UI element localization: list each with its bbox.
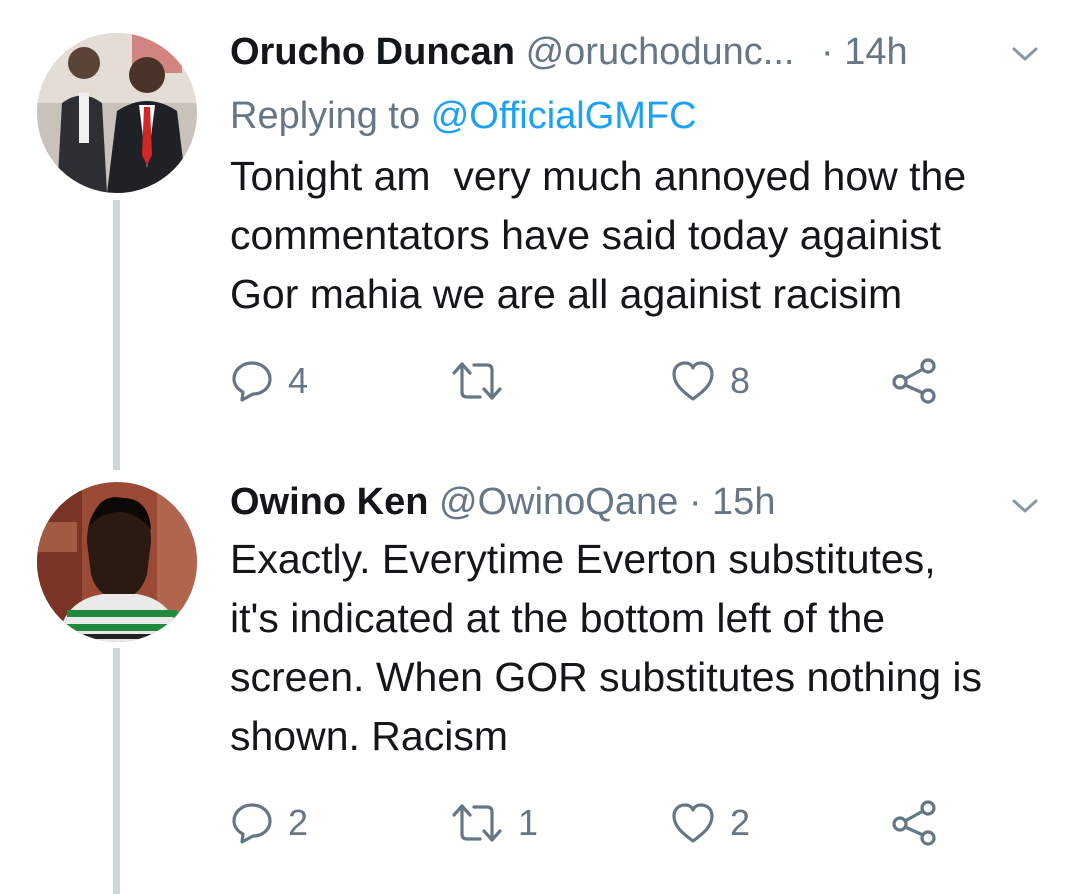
like-button[interactable]: 2 [670,798,750,848]
separator-dot: · [688,481,702,523]
display-name[interactable]: Owino Ken [230,481,428,523]
share-icon [892,358,936,404]
tweet-text: Tonight am very much annoyed how the com… [230,147,1060,324]
avatar[interactable] [37,482,197,642]
like-count: 2 [730,802,751,843]
thread-line [113,200,120,470]
like-count: 8 [730,360,751,401]
timestamp[interactable]: 14h [844,31,907,73]
reply-button[interactable]: 4 [230,356,308,406]
retweet-count: 1 [518,802,539,843]
chevron-down-icon[interactable] [1010,44,1040,64]
tweet-text-line: screen. When GOR substitutes nothing is [230,654,983,700]
tweet-text-line: Gor mahia we are all againist racisim [230,271,903,317]
retweet-button[interactable]: 1 [450,798,538,848]
retweet-icon [452,804,502,842]
retweet-button[interactable] [450,356,518,406]
user-handle[interactable]: @oruchodunc... [526,31,795,73]
chevron-down-icon[interactable] [1010,496,1040,516]
tweet-header: Orucho Duncan @oruchodunc... · 14h [230,30,908,74]
thread-line [113,648,120,894]
retweet-icon [452,362,502,400]
tweet-text-line: shown. Racism [230,713,508,759]
tweet-text: Exactly. Everytime Everton substitutes, … [230,530,1060,766]
display-name[interactable]: Orucho Duncan [230,31,515,73]
reply-mention-link[interactable]: @OfficialGMFC [431,95,697,137]
reply-icon [232,361,272,402]
tweet-text-line: Exactly. Everytime Everton substitutes, [230,536,936,582]
tweet-actions: 2 1 2 [230,798,950,848]
tweet[interactable]: Owino Ken @OwinoQane · 15h Exactly. Ever… [230,460,1080,894]
share-button[interactable] [890,798,940,848]
separator-dot: · [821,31,834,73]
share-icon [892,800,936,846]
like-button[interactable]: 8 [670,356,750,406]
tweet-actions: 4 8 [230,356,950,406]
like-icon [672,803,714,843]
tweet-text-line: it's indicated at the bottom left of the [230,595,886,641]
user-handle[interactable]: @OwinoQane [439,481,678,523]
reply-button[interactable]: 2 [230,798,308,848]
replying-to: Replying to @OfficialGMFC [230,94,697,138]
reply-count: 2 [288,802,309,843]
reply-count: 4 [288,360,309,401]
tweet-text-line: Tonight am very much annoyed how the [230,153,967,199]
replying-to-label: Replying to [230,95,421,137]
tweet-text-line: commentators have said today againist [230,212,942,258]
share-button[interactable] [890,356,940,406]
avatar[interactable] [37,33,197,193]
reply-icon [232,803,272,844]
tweet[interactable]: Orucho Duncan @oruchodunc... · 14h Reply… [230,0,1080,440]
tweet-header: Owino Ken @OwinoQane · 15h [230,480,775,524]
like-icon [672,361,714,401]
timestamp[interactable]: 15h [712,481,775,523]
